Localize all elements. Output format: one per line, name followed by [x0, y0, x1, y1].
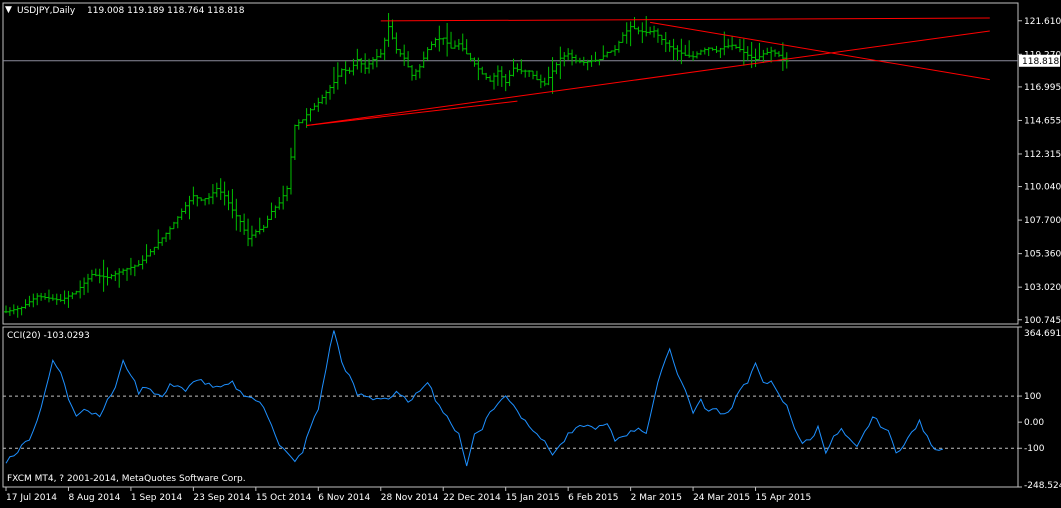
time-tick-label: 15 Oct 2014 [256, 493, 312, 503]
time-tick-label: 1 Sep 2014 [131, 493, 183, 503]
trendline[interactable] [380, 17, 990, 22]
price-tick-label: 116.995 [1024, 83, 1061, 93]
cci-line [5, 330, 944, 467]
cci-tick-label: 0.00 [1024, 418, 1044, 428]
time-tick-label: 28 Nov 2014 [381, 493, 439, 503]
trendline[interactable] [306, 100, 518, 127]
price-tick-label: 110.040 [1024, 183, 1061, 193]
price-tick-label: 100.745 [1024, 316, 1061, 326]
price-tick-label: 107.700 [1024, 216, 1061, 226]
price-tick-label: 105.360 [1024, 250, 1061, 260]
time-tick-label: 8 Aug 2014 [68, 493, 120, 503]
price-tick-label: 112.315 [1024, 150, 1061, 160]
time-tick-label: 15 Jan 2015 [506, 493, 560, 503]
time-tick-label: 23 Sep 2014 [193, 493, 250, 503]
cci-tick-label: -248.5249 [1024, 481, 1061, 491]
price-chart[interactable]: 121.610119.270116.995114.655112.315110.0… [0, 0, 1061, 504]
symbol-title: USDJPY,Daily [17, 6, 76, 16]
copyright-text: FXCM MT4, ? 2001-2014, MetaQuotes Softwa… [7, 474, 246, 484]
ohlc-readout: 119.008 119.189 118.764 118.818 [87, 6, 245, 16]
cci-tick-label: 364.691 [1024, 329, 1061, 339]
time-tick-label: 6 Nov 2014 [318, 493, 370, 503]
current-price-label: 118.818 [1022, 57, 1059, 67]
time-tick-label: 6 Feb 2015 [568, 493, 618, 503]
time-tick-label: 17 Jul 2014 [6, 493, 57, 503]
indicator-title: CCI(20) -103.0293 [7, 331, 90, 341]
time-tick-label: 24 Mar 2015 [693, 493, 750, 503]
price-tick-label: 114.655 [1024, 116, 1061, 126]
time-tick-label: 15 Apr 2015 [756, 493, 812, 503]
price-tick-label: 103.020 [1024, 283, 1061, 293]
mt4-chart-window[interactable]: 121.610119.270116.995114.655112.315110.0… [0, 0, 1061, 504]
cci-tick-label: -100 [1024, 444, 1045, 454]
cci-tick-label: 100 [1024, 392, 1041, 402]
time-tick-label: 2 Mar 2015 [631, 493, 682, 503]
time-tick-label: 22 Dec 2014 [443, 493, 501, 503]
symbol-menu-arrow-icon[interactable]: ▼ [5, 5, 12, 15]
trendline[interactable] [306, 30, 990, 127]
price-tick-label: 121.610 [1024, 17, 1061, 27]
indicator-pane-frame [2, 326, 1019, 488]
price-pane-frame [2, 2, 1019, 325]
